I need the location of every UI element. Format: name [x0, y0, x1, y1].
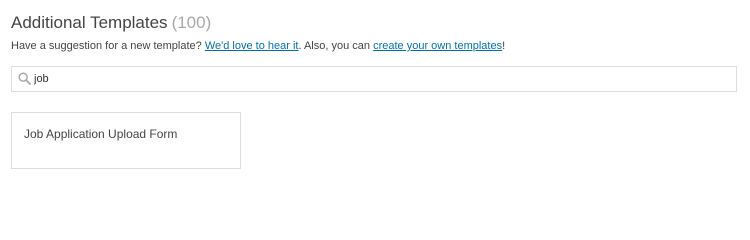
suggestion-suffix: ! [502, 40, 506, 52]
search-icon [18, 72, 31, 85]
suggestion-prefix: Have a suggestion for a new template? [11, 40, 205, 52]
section-heading: Additional Templates (100) [11, 13, 211, 33]
template-count: (100) [171, 13, 212, 32]
template-card[interactable]: Job Application Upload Form [11, 112, 241, 169]
suggestion-text: Have a suggestion for a new template? We… [11, 40, 505, 52]
section-title: Additional Templates [11, 13, 168, 32]
create-templates-link[interactable]: create your own templates [373, 40, 502, 52]
hear-it-link[interactable]: We'd love to hear it [205, 40, 299, 52]
template-search-box[interactable] [11, 66, 737, 92]
suggestion-middle: . Also, you can [298, 40, 374, 52]
template-search-input[interactable] [34, 70, 724, 88]
additional-templates-panel: Additional Templates (100) Have a suggest… [0, 0, 750, 203]
template-card-title: Job Application Upload Form [24, 127, 178, 141]
